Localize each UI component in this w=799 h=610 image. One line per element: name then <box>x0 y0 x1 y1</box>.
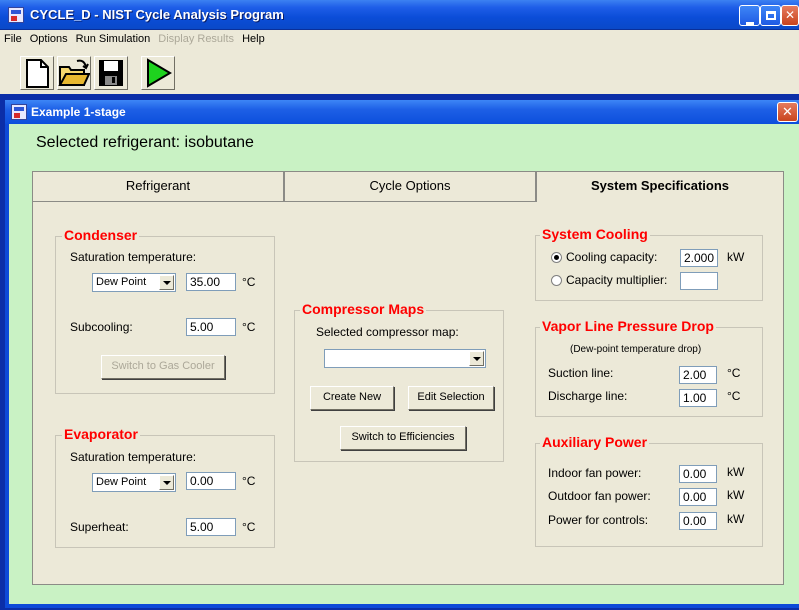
indoor-fan-power-input[interactable]: 0.00 <box>679 465 717 483</box>
discharge-line-label: Discharge line: <box>548 389 628 403</box>
subcooling-label: Subcooling: <box>70 320 133 334</box>
suction-line-unit: °C <box>727 366 741 380</box>
superheat-unit: °C <box>242 520 256 534</box>
menu-file[interactable]: File <box>0 30 26 48</box>
outdoor-fan-power-input[interactable]: 0.00 <box>679 488 717 506</box>
open-button[interactable] <box>57 56 91 90</box>
condenser-sat-point-select[interactable]: Dew Point <box>92 273 176 292</box>
indoor-fan-power-label: Indoor fan power: <box>548 466 642 480</box>
tab-refrigerant[interactable]: Refrigerant <box>32 171 284 201</box>
new-button[interactable] <box>20 56 54 90</box>
minimize-icon <box>745 22 754 25</box>
cooling-capacity-radio[interactable] <box>551 252 562 263</box>
superheat-label: Superheat: <box>70 520 129 534</box>
subcooling-input[interactable]: 5.00 <box>186 318 236 336</box>
child-close-button[interactable]: ✕ <box>777 102 798 122</box>
close-icon: ✕ <box>782 104 793 119</box>
vapor-line-note: (Dew-point temperature drop) <box>570 344 702 355</box>
menu-run-simulation[interactable]: Run Simulation <box>72 30 155 48</box>
evaporator-sat-point-value: Dew Point <box>96 476 147 488</box>
system-cooling-group <box>535 235 763 301</box>
indoor-fan-power-unit: kW <box>727 465 745 479</box>
compressor-maps-title: Compressor Maps <box>300 301 427 317</box>
discharge-line-unit: °C <box>727 389 741 403</box>
run-button[interactable] <box>141 56 175 90</box>
condenser-sat-temp-label: Saturation temperature: <box>70 250 197 264</box>
maximize-icon <box>765 11 776 20</box>
condenser-sat-temp-input[interactable]: 35.00 <box>186 273 236 291</box>
menu-display-results[interactable]: Display Results <box>154 30 238 48</box>
evaporator-sat-point-select[interactable]: Dew Point <box>92 473 176 492</box>
suction-line-input[interactable]: 2.00 <box>679 366 717 384</box>
auxiliary-power-title: Auxiliary Power <box>540 434 650 450</box>
suction-line-label: Suction line: <box>548 366 614 380</box>
cooling-capacity-input[interactable]: 2.000 <box>680 249 718 267</box>
minimize-button[interactable] <box>739 5 760 26</box>
cooling-capacity-label: Cooling capacity: <box>566 250 658 264</box>
selected-compressor-map-label: Selected compressor map: <box>316 325 459 339</box>
switch-to-gas-cooler-button[interactable]: Switch to Gas Cooler <box>101 355 225 379</box>
chevron-down-icon[interactable] <box>159 275 174 290</box>
evaporator-sat-temp-input[interactable]: 0.00 <box>186 472 236 490</box>
switch-to-efficiencies-button[interactable]: Switch to Efficiencies <box>340 426 466 450</box>
tab-cycle-options[interactable]: Cycle Options <box>284 171 536 201</box>
cooling-capacity-unit: kW <box>727 250 745 264</box>
main-title-bar[interactable]: CYCLE_D - NIST Cycle Analysis Program ✕ <box>0 0 799 30</box>
superheat-input[interactable]: 5.00 <box>186 518 236 536</box>
outdoor-fan-power-unit: kW <box>727 488 745 502</box>
edit-selection-button[interactable]: Edit Selection <box>408 386 494 410</box>
menu-help[interactable]: Help <box>238 30 269 48</box>
menu-bar: File Options Run Simulation Display Results… <box>0 30 799 50</box>
child-window-title: Example 1-stage <box>31 105 126 119</box>
evaporator-title: Evaporator <box>62 426 140 442</box>
evaporator-sat-temp-label: Saturation temperature: <box>70 450 197 464</box>
run-play-icon <box>147 58 172 88</box>
chevron-down-icon[interactable] <box>159 475 174 490</box>
condenser-title: Condenser <box>62 227 140 243</box>
tab-system-specifications[interactable]: System Specifications <box>536 171 784 202</box>
power-for-controls-label: Power for controls: <box>548 513 649 527</box>
window-title: CYCLE_D - NIST Cycle Analysis Program <box>30 7 284 22</box>
child-app-icon[interactable] <box>11 104 27 120</box>
toolbar <box>0 50 799 94</box>
capacity-multiplier-radio[interactable] <box>551 275 562 286</box>
child-title-bar[interactable]: Example 1-stage ✕ <box>5 100 799 124</box>
save-disk-icon <box>99 60 123 86</box>
menu-options[interactable]: Options <box>26 30 72 48</box>
evaporator-sat-temp-unit: °C <box>242 474 256 488</box>
compressor-map-select[interactable] <box>324 349 486 368</box>
subcooling-unit: °C <box>242 320 256 334</box>
outdoor-fan-power-label: Outdoor fan power: <box>548 489 651 503</box>
save-button[interactable] <box>94 56 128 90</box>
close-icon: ✕ <box>784 8 796 22</box>
capacity-multiplier-label: Capacity multiplier: <box>566 273 668 287</box>
close-button[interactable]: ✕ <box>781 5 799 26</box>
capacity-multiplier-input[interactable] <box>680 272 718 290</box>
vapor-line-title: Vapor Line Pressure Drop <box>540 318 716 334</box>
app-icon[interactable] <box>8 7 24 23</box>
discharge-line-input[interactable]: 1.00 <box>679 389 717 407</box>
system-cooling-title: System Cooling <box>540 226 650 242</box>
selected-refrigerant-label: Selected refrigerant: isobutane <box>36 134 254 151</box>
power-for-controls-unit: kW <box>727 512 745 526</box>
chevron-down-icon[interactable] <box>469 351 484 366</box>
condenser-sat-temp-unit: °C <box>242 275 256 289</box>
open-folder-icon <box>58 59 91 86</box>
maximize-button[interactable] <box>760 5 781 26</box>
new-document-icon <box>26 59 49 88</box>
power-for-controls-input[interactable]: 0.00 <box>679 512 717 530</box>
create-new-button[interactable]: Create New <box>310 386 394 410</box>
condenser-sat-point-value: Dew Point <box>96 276 147 288</box>
